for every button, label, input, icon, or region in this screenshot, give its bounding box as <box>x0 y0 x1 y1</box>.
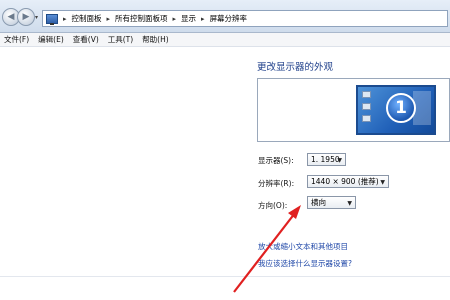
annotation-arrow-icon <box>233 205 301 293</box>
arrow-head <box>288 205 301 219</box>
arrow-shaft <box>233 212 296 293</box>
